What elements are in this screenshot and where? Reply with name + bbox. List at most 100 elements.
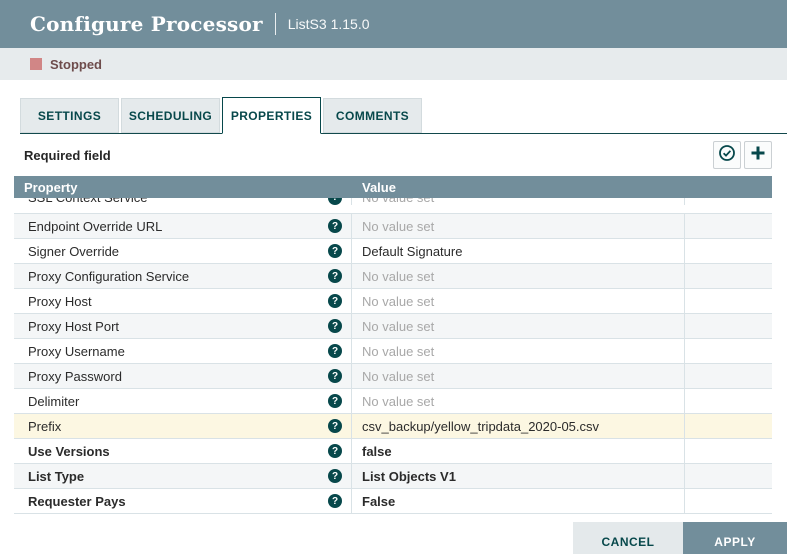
- table-row: List Type? List Objects V1: [14, 464, 772, 489]
- property-value-cell[interactable]: List Objects V1: [352, 464, 685, 488]
- property-name: Proxy Username: [28, 344, 125, 359]
- help-icon[interactable]: ?: [328, 344, 342, 358]
- property-name: Delimiter: [28, 394, 79, 409]
- row-extra-cell: [685, 339, 772, 363]
- row-extra-cell: [685, 264, 772, 288]
- row-extra-cell: [685, 198, 772, 205]
- property-name: Proxy Host Port: [28, 319, 119, 334]
- property-name-cell: Proxy Password?: [14, 364, 352, 388]
- tab-bar: SETTINGSSCHEDULINGPROPERTIESCOMMENTS: [20, 96, 787, 134]
- help-icon[interactable]: ?: [328, 219, 342, 233]
- row-extra-cell: [685, 464, 772, 488]
- property-value-cell[interactable]: No value set: [352, 389, 685, 413]
- row-extra-cell: [685, 214, 772, 238]
- property-name-cell: Use Versions?: [14, 439, 352, 463]
- row-extra-cell: [685, 414, 772, 438]
- property-value-cell[interactable]: Default Signature: [352, 239, 685, 263]
- property-value: csv_backup/yellow_tripdata_2020-05.csv: [362, 419, 599, 434]
- property-name-cell: Proxy Host Port?: [14, 314, 352, 338]
- cancel-button[interactable]: CANCEL: [573, 522, 683, 554]
- property-value: No value set: [362, 294, 434, 309]
- property-name: Proxy Configuration Service: [28, 269, 189, 284]
- column-header-property: Property: [14, 180, 352, 195]
- property-value-cell[interactable]: csv_backup/yellow_tripdata_2020-05.csv: [352, 414, 685, 438]
- dialog-header: Configure Processor ListS3 1.15.0: [0, 0, 787, 48]
- help-icon[interactable]: ?: [328, 269, 342, 283]
- property-value: false: [362, 444, 392, 459]
- table-row: Proxy Password? No value set: [14, 364, 772, 389]
- property-name: Endpoint Override URL: [28, 219, 162, 234]
- help-icon[interactable]: ?: [328, 419, 342, 433]
- stopped-indicator-icon: [30, 58, 42, 70]
- row-extra-cell: [685, 389, 772, 413]
- tab-settings[interactable]: SETTINGS: [20, 98, 119, 133]
- dialog-title: Configure Processor: [30, 12, 263, 36]
- add-property-icon: [749, 144, 767, 167]
- property-value: No value set: [362, 394, 434, 409]
- property-value-cell[interactable]: False: [352, 489, 685, 513]
- tab-properties[interactable]: PROPERTIES: [222, 97, 321, 134]
- add-property-button[interactable]: [744, 141, 772, 169]
- row-extra-cell: [685, 364, 772, 388]
- help-icon[interactable]: ?: [328, 444, 342, 458]
- row-extra-cell: [685, 439, 772, 463]
- property-value-cell[interactable]: No value set: [352, 214, 685, 238]
- property-name-cell: Requester Pays?: [14, 489, 352, 513]
- property-name: Signer Override: [28, 244, 119, 259]
- status-label: Stopped: [50, 57, 102, 72]
- help-icon[interactable]: ?: [328, 198, 342, 205]
- help-icon[interactable]: ?: [328, 294, 342, 308]
- property-value: No value set: [362, 319, 434, 334]
- property-name: List Type: [28, 469, 84, 484]
- help-icon[interactable]: ?: [328, 319, 342, 333]
- property-value-cell[interactable]: No value set: [352, 314, 685, 338]
- property-value-cell[interactable]: No value set: [352, 264, 685, 288]
- help-icon[interactable]: ?: [328, 369, 342, 383]
- property-name-cell: Delimiter?: [14, 389, 352, 413]
- property-value-cell[interactable]: false: [352, 439, 685, 463]
- configure-processor-dialog: Configure Processor ListS3 1.15.0 Stoppe…: [0, 0, 787, 554]
- property-value: No value set: [362, 219, 434, 234]
- property-name-cell: Proxy Configuration Service?: [14, 264, 352, 288]
- table-row: Use Versions? false: [14, 439, 772, 464]
- help-icon[interactable]: ?: [328, 244, 342, 258]
- help-icon[interactable]: ?: [328, 469, 342, 483]
- property-value: No value set: [362, 369, 434, 384]
- tab-comments[interactable]: COMMENTS: [323, 98, 422, 133]
- property-value-cell[interactable]: No value set: [352, 198, 685, 205]
- property-name-cell: SSL Context Service?: [14, 198, 352, 205]
- tab-scheduling[interactable]: SCHEDULING: [121, 98, 220, 133]
- help-icon[interactable]: ?: [328, 494, 342, 508]
- property-value-cell[interactable]: No value set: [352, 339, 685, 363]
- property-name: SSL Context Service: [28, 198, 147, 205]
- table-row: Prefix? csv_backup/yellow_tripdata_2020-0…: [14, 414, 772, 439]
- table-row: Requester Pays?False: [14, 489, 772, 514]
- required-field-label: Required field: [24, 148, 111, 163]
- property-name-cell: Prefix?: [14, 414, 352, 438]
- row-extra-cell: [685, 289, 772, 313]
- apply-button[interactable]: APPLY: [683, 522, 787, 554]
- property-value-cell[interactable]: No value set: [352, 289, 685, 313]
- table-body: SSL Context Service?No value setEndpoint…: [14, 198, 772, 514]
- property-name-cell: Endpoint Override URL?: [14, 214, 352, 238]
- property-name-cell: Proxy Username?: [14, 339, 352, 363]
- table-row: Endpoint Override URL? No value set: [14, 214, 772, 239]
- property-name: Proxy Host: [28, 294, 92, 309]
- property-value: No value set: [362, 198, 434, 205]
- property-name-cell: List Type?: [14, 464, 352, 488]
- property-value: No value set: [362, 269, 434, 284]
- title-separator: [275, 13, 276, 35]
- status-bar: Stopped: [0, 48, 787, 80]
- property-name-cell: Signer Override?: [14, 239, 352, 263]
- column-header-value: Value: [352, 180, 685, 195]
- property-value-cell[interactable]: No value set: [352, 364, 685, 388]
- toolbar-buttons: [713, 141, 772, 169]
- verify-properties-icon: [718, 144, 736, 167]
- property-name: Use Versions: [28, 444, 110, 459]
- help-icon[interactable]: ?: [328, 394, 342, 408]
- property-value: List Objects V1: [362, 469, 456, 484]
- property-name: Proxy Password: [28, 369, 122, 384]
- table-row: Signer Override?Default Signature: [14, 239, 772, 264]
- table-row: Proxy Username?No value set: [14, 339, 772, 364]
- verify-properties-button[interactable]: [713, 141, 741, 169]
